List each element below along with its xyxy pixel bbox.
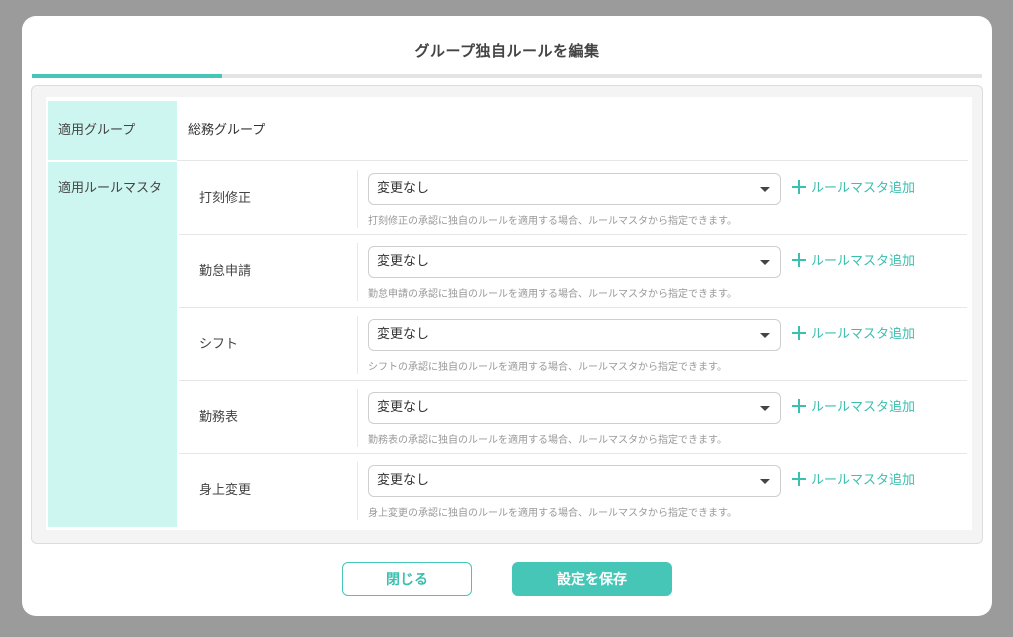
plus-icon (792, 326, 806, 340)
rule-select[interactable]: 変更なし (368, 173, 781, 205)
edit-group-rule-dialog: グループ独自ルールを編集 適用グループ 総務グループ 適用ルールマスタ 打刻修正… (22, 16, 992, 616)
column-divider (357, 170, 358, 228)
rule-row-timesheet: 勤務表 変更なし ルールマスタ追加 勤務表の承認に独自のルールを適用する場合、ル… (179, 381, 967, 454)
caret-down-icon (760, 260, 770, 265)
caret-down-icon (760, 406, 770, 411)
rule-name: 打刻修正 (199, 191, 252, 206)
caret-down-icon (760, 479, 770, 484)
group-label: 適用グループ (48, 101, 177, 160)
help-text: 打刻修正の承認に独自のルールを適用する場合、ルールマスタから指定できます。 (368, 216, 737, 227)
rule-select[interactable]: 変更なし (368, 319, 781, 351)
add-rule-master-label: ルールマスタ追加 (811, 254, 916, 269)
help-text: 勤務表の承認に独自のルールを適用する場合、ルールマスタから指定できます。 (368, 435, 727, 446)
rule-name: 勤怠申請 (199, 264, 252, 279)
plus-icon (792, 472, 806, 486)
tab-bar (32, 74, 982, 78)
rule-select[interactable]: 変更なし (368, 246, 781, 278)
add-rule-master-link[interactable]: ルールマスタ追加 (792, 246, 915, 278)
help-text: シフトの承認に独自のルールを適用する場合、ルールマスタから指定できます。 (368, 362, 727, 373)
close-button[interactable]: 閉じる (342, 562, 472, 596)
column-divider (357, 316, 358, 374)
plus-icon (792, 180, 806, 194)
add-rule-master-link[interactable]: ルールマスタ追加 (792, 465, 915, 497)
rule-select[interactable]: 変更なし (368, 392, 781, 424)
add-rule-master-label: ルールマスタ追加 (811, 400, 916, 415)
form-table: 適用グループ 総務グループ 適用ルールマスタ 打刻修正 変更なし ルールマスタ追… (46, 97, 972, 530)
select-value: 変更なし (377, 400, 430, 415)
select-value: 変更なし (377, 327, 430, 342)
select-value: 変更なし (377, 254, 430, 269)
column-divider (357, 462, 358, 520)
select-value: 変更なし (377, 473, 430, 488)
column-divider (357, 243, 358, 301)
rule-row-attendance-request: 勤怠申請 変更なし ルールマスタ追加 勤怠申請の承認に独自のルールを適用する場合… (179, 235, 967, 308)
add-rule-master-label: ルールマスタ追加 (811, 473, 916, 488)
group-value: 総務グループ (188, 123, 266, 138)
save-settings-button[interactable]: 設定を保存 (512, 562, 672, 596)
add-rule-master-link[interactable]: ルールマスタ追加 (792, 392, 915, 424)
plus-icon (792, 253, 806, 267)
rule-name: 身上変更 (199, 483, 252, 498)
active-tab-indicator (32, 74, 222, 78)
caret-down-icon (760, 187, 770, 192)
row-divider (177, 160, 968, 161)
rule-name: 勤務表 (199, 410, 239, 425)
add-rule-master-link[interactable]: ルールマスタ追加 (792, 173, 915, 205)
add-rule-master-label: ルールマスタ追加 (811, 181, 916, 196)
plus-icon (792, 399, 806, 413)
select-value: 変更なし (377, 181, 430, 196)
dialog-title: グループ独自ルールを編集 (414, 42, 600, 60)
form-panel: 適用グループ 総務グループ 適用ルールマスタ 打刻修正 変更なし ルールマスタ追… (31, 85, 983, 544)
caret-down-icon (760, 333, 770, 338)
rule-select[interactable]: 変更なし (368, 465, 781, 497)
help-text: 勤怠申請の承認に独自のルールを適用する場合、ルールマスタから指定できます。 (368, 289, 737, 300)
rule-row-personal-change: 身上変更 変更なし ルールマスタ追加 身上変更の承認に独自のルールを適用する場合… (179, 454, 967, 527)
help-text: 身上変更の承認に独自のルールを適用する場合、ルールマスタから指定できます。 (368, 508, 737, 519)
column-divider (357, 389, 358, 447)
rule-master-label: 適用ルールマスタ (48, 162, 177, 527)
add-rule-master-link[interactable]: ルールマスタ追加 (792, 319, 915, 351)
rule-row-punch-correction: 打刻修正 変更なし ルールマスタ追加 打刻修正の承認に独自のルールを適用する場合… (179, 162, 967, 235)
rule-name: シフト (199, 337, 239, 352)
rule-row-shift: シフト 変更なし ルールマスタ追加 シフトの承認に独自のルールを適用する場合、ル… (179, 308, 967, 381)
add-rule-master-label: ルールマスタ追加 (811, 327, 916, 342)
